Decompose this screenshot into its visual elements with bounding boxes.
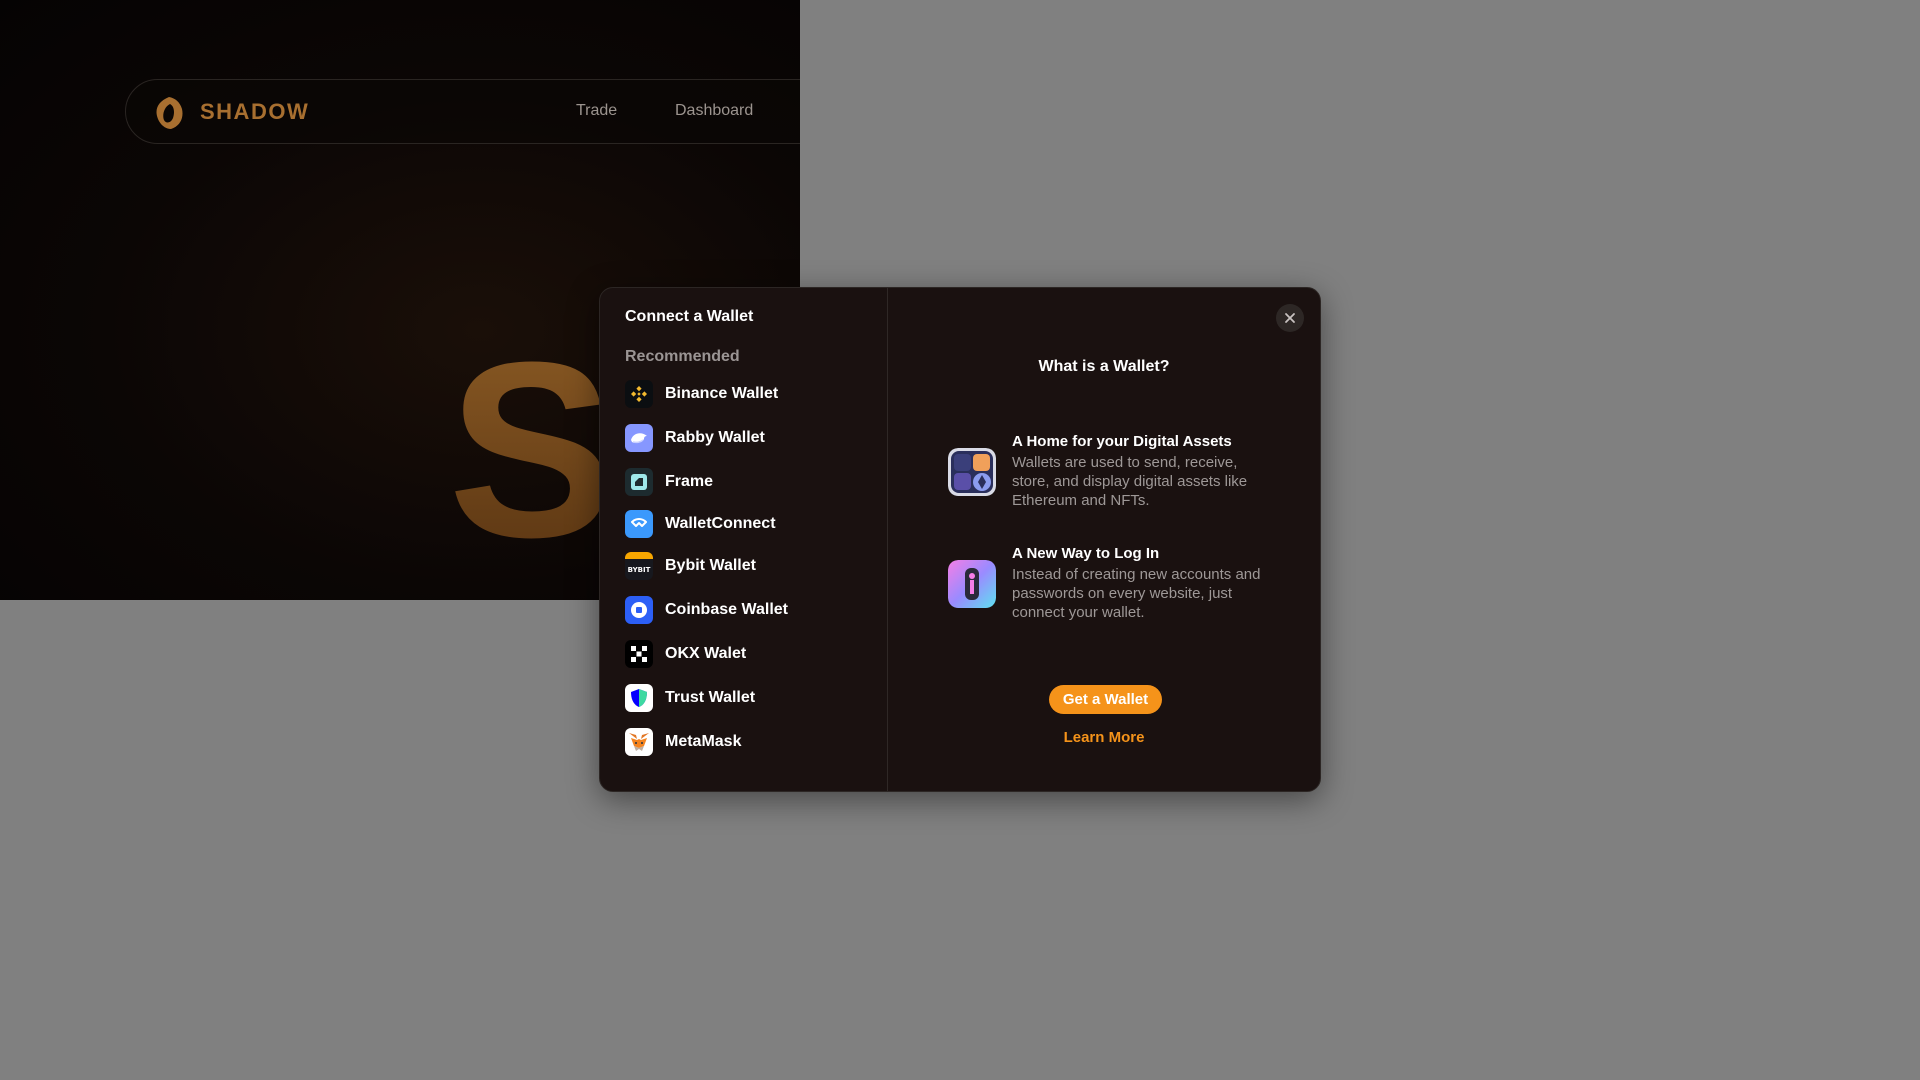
close-button[interactable] [1276,304,1304,332]
info-title: What is a Wallet? [1038,358,1170,375]
wallet-option-walletconnect[interactable]: WalletConnect [625,504,887,544]
walletconnect-icon [625,510,653,538]
wallet-info-panel: What is a Wallet? A Home for your Digita… [888,288,1320,791]
shadow-logo-icon[interactable] [153,96,185,130]
info-block-description: Instead of creating new accounts and pas… [1012,566,1261,621]
wallet-label: OKX Walet [665,645,747,662]
wallet-label: Bybit Wallet [665,557,756,574]
frame-icon [625,468,653,496]
wallet-list-panel: Connect a Wallet Recommended Binance Wal… [600,288,888,791]
wallet-option-okx[interactable]: OKX Walet [625,632,887,676]
bybit-icon: BYBIT [625,552,653,580]
wallet-option-trust[interactable]: Trust Wallet [625,676,887,720]
wallet-option-binance[interactable]: Binance Wallet [625,372,887,416]
info-text: A Home for your Digital Assets Wallets a… [1012,433,1268,510]
trust-icon [625,684,653,712]
login-key-icon [948,559,996,608]
wallet-label: Rabby Wallet [665,429,765,446]
get-wallet-button[interactable]: Get a Wallet [1049,685,1162,714]
wallet-label: MetaMask [665,733,742,750]
info-text: A New Way to Log In Instead of creating … [1012,545,1268,622]
coinbase-icon [625,596,653,624]
wallet-label: Binance Wallet [665,385,779,402]
wallet-option-bybit[interactable]: BYBIT Bybit Wallet [625,544,887,588]
okx-icon [625,640,653,668]
wallet-label: WalletConnect [665,515,776,532]
rabby-icon [625,424,653,452]
wallet-option-coinbase[interactable]: Coinbase Wallet [625,588,887,632]
metamask-icon [625,728,653,756]
hero-letter: S [448,310,615,589]
info-block-title: A Home for your Digital Assets [1012,433,1232,450]
info-block-login: A New Way to Log In Instead of creating … [948,545,1268,622]
connect-wallet-modal: Connect a Wallet Recommended Binance Wal… [599,287,1321,792]
modal-title: Connect a Wallet [625,308,754,325]
wallet-option-metamask[interactable]: MetaMask [625,720,887,764]
learn-more-link[interactable]: Learn More [888,729,1320,746]
svg-text:BYBIT: BYBIT [628,566,651,574]
info-block-digital-assets: A Home for your Digital Assets Wallets a… [948,433,1268,510]
wallet-label: Coinbase Wallet [665,601,788,618]
wallet-option-frame[interactable]: Frame [625,460,887,504]
wallet-option-rabby[interactable]: Rabby Wallet [625,416,887,460]
digital-assets-icon [948,447,996,496]
wallet-label: Frame [665,473,714,490]
info-block-description: Wallets are used to send, receive, store… [1012,454,1248,509]
section-label-recommended: Recommended [625,348,740,365]
wallet-list: Binance Wallet Rabby Wallet Frame Wallet… [625,372,887,764]
wallet-label: Trust Wallet [665,689,756,706]
nav-trade[interactable]: Trade [576,102,617,120]
brand-name[interactable]: SHADOW [200,99,309,125]
info-block-title: A New Way to Log In [1012,545,1160,562]
nav-dashboard[interactable]: Dashboard [675,102,753,120]
close-icon [1285,313,1295,323]
top-navigation: SHADOW Trade Dashboard [125,79,800,144]
binance-icon [625,380,653,408]
